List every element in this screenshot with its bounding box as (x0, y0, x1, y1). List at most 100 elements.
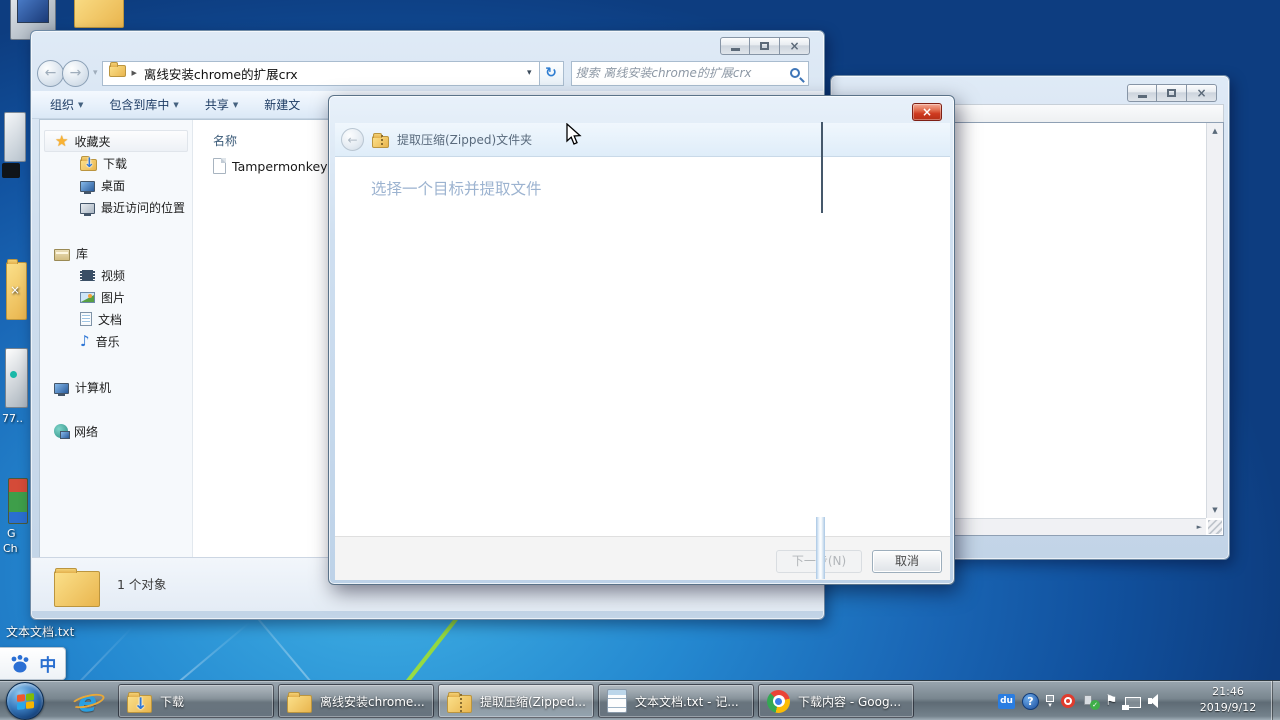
close-icon: × (789, 39, 800, 53)
zip-folder-icon (447, 691, 472, 713)
star-icon: ★ (55, 131, 69, 150)
column-header-name[interactable]: 名称 (213, 132, 237, 149)
taskbar: e ↓ 下载 离线安装chrome... 提取压缩(Zipped... 文本文档… (0, 680, 1280, 720)
taskbar-button-downloads[interactable]: ↓ 下载 (118, 684, 274, 718)
folder-icon (287, 691, 312, 713)
maximize-button[interactable] (750, 37, 780, 55)
desktop-icon-label: 77.. (2, 412, 23, 425)
desktop-icon-label-chip (2, 163, 20, 178)
taskbar-clock[interactable]: 21:46 2019/9/12 (1188, 684, 1268, 716)
breadcrumb-address[interactable]: 离线安装chrome的扩展crx (144, 64, 527, 83)
show-desktop-button[interactable] (1271, 681, 1280, 720)
folder-icon (108, 62, 126, 77)
desktop-label-txt-file[interactable]: 文本文档.txt (6, 623, 74, 640)
organize-menu[interactable]: 组织 ▼ (50, 96, 83, 113)
sidebar-item-favorites[interactable]: ★ 收藏夹 (44, 130, 188, 152)
back-arrow-icon: ← (347, 132, 358, 147)
check-icon: ✓ (1090, 700, 1100, 710)
desktop-icon-label: × (10, 283, 21, 297)
chevron-down-icon: ▼ (78, 100, 84, 109)
share-menu[interactable]: 共享 ▼ (205, 96, 238, 113)
safely-remove-hardware-icon[interactable]: ✓ (1082, 693, 1100, 710)
search-input[interactable] (571, 66, 790, 80)
internet-explorer-taskbar-icon[interactable]: e (70, 685, 106, 718)
refresh-button[interactable]: ↻ (539, 60, 564, 86)
vertical-scrollbar[interactable]: ▲ ▼ (1206, 123, 1223, 518)
libraries-icon (54, 248, 70, 261)
forward-button[interactable]: → (62, 59, 89, 87)
sidebar-item-documents[interactable]: 文档 (40, 308, 192, 330)
include-label: 包含到库中 (109, 98, 170, 112)
sidebar-item-recent-places[interactable]: 最近访问的位置 (40, 196, 192, 218)
sidebar-item-network[interactable]: 网络 (40, 420, 192, 442)
dialog-footer: 下一步(N) 取消 (335, 536, 950, 580)
dialog-header: ← 提取压缩(Zipped)文件夹 (335, 123, 950, 157)
desktop-icon-label: G (7, 527, 16, 540)
scroll-down-icon[interactable]: ▼ (1208, 502, 1221, 518)
item-count: 1 个对象 (117, 577, 167, 592)
sidebar-item-label: 下载 (103, 156, 128, 171)
taskbar-button-label: 提取压缩(Zipped... (480, 694, 586, 709)
address-dropdown-icon[interactable]: ▾ (527, 68, 532, 78)
minimize-button[interactable] (1127, 84, 1157, 102)
desktop-icon-partial[interactable] (4, 112, 26, 162)
close-button[interactable]: × (912, 103, 942, 121)
ime-chinese-indicator[interactable]: 中 (39, 651, 56, 676)
sidebar-item-label: 库 (76, 246, 89, 261)
sidebar-item-libraries[interactable]: 库 (40, 242, 192, 264)
desktop-icon-partial-chrome[interactable] (8, 478, 28, 524)
ime-language-bar[interactable]: 中 (0, 647, 66, 680)
chevron-down-icon: ▼ (232, 100, 239, 109)
close-button[interactable]: × (1187, 84, 1217, 102)
sidebar-item-label: 计算机 (75, 380, 112, 395)
start-button[interactable] (6, 682, 44, 720)
sidebar-item-downloads[interactable]: ↓ 下载 (40, 152, 192, 174)
help-tray-icon[interactable]: ? (1022, 692, 1039, 710)
search-box[interactable] (570, 60, 809, 86)
volume-tray-icon[interactable] (1147, 694, 1164, 708)
action-center-flag-icon[interactable]: ⚑ (1105, 693, 1118, 709)
taskbar-button-chrome[interactable]: 下载内容 - Goog... (758, 684, 914, 718)
clock-time: 21:46 (1212, 685, 1244, 698)
record-tray-icon[interactable] (1061, 694, 1075, 708)
new-folder-label: 新建文 (264, 98, 301, 112)
close-button[interactable]: × (780, 37, 810, 55)
desktop-icon-partial-device[interactable] (5, 348, 28, 408)
extract-zip-dialog[interactable]: × ← 提取压缩(Zipped)文件夹 选择一个目标并提取文件 下一步(N) 取… (328, 95, 955, 585)
desktop-icon-folder[interactable] (74, 0, 124, 28)
show-hidden-icons-button[interactable]: ▾ (1046, 694, 1054, 708)
sidebar-item-label: 图片 (101, 290, 126, 305)
file-row[interactable]: Tampermonkey4 (213, 158, 336, 174)
taskbar-button-extract-wizard[interactable]: 提取压缩(Zipped... (438, 684, 594, 718)
sidebar-item-videos[interactable]: 视频 (40, 264, 192, 286)
cancel-button[interactable]: 取消 (872, 550, 942, 573)
network-tray-icon[interactable] (1121, 696, 1141, 710)
maximize-icon (1167, 89, 1176, 97)
minimize-button[interactable] (720, 37, 750, 55)
back-button[interactable]: ← (37, 59, 64, 87)
recent-pages-dropdown[interactable]: ▾ (93, 68, 98, 78)
refresh-icon: ↻ (545, 64, 557, 81)
system-tray: du ? ▾ ✓ ⚑ (998, 681, 1164, 720)
sidebar-item-pictures[interactable]: 图片 (40, 286, 192, 308)
scroll-right-icon[interactable]: ► (1193, 519, 1206, 535)
downloads-folder-icon: ↓ (80, 156, 97, 171)
downloads-folder-icon: ↓ (127, 691, 152, 713)
du-tray-icon[interactable]: du (998, 693, 1015, 709)
taskbar-button-notepad[interactable]: 文本文档.txt - 记... (598, 684, 754, 718)
share-label: 共享 (204, 98, 229, 112)
include-in-library-menu[interactable]: 包含到库中 ▼ (109, 96, 178, 113)
new-folder-button[interactable]: 新建文 (264, 96, 300, 113)
sidebar-item-music[interactable]: ♪ 音乐 (40, 330, 192, 352)
sidebar-item-computer[interactable]: 计算机 (40, 376, 192, 398)
address-bar[interactable]: ▶ 离线安装chrome的扩展crx ▾ (101, 60, 540, 86)
taskbar-button-label: 文本文档.txt - 记... (635, 694, 739, 709)
taskbar-button-folder[interactable]: 离线安装chrome... (278, 684, 434, 718)
scroll-up-icon[interactable]: ▲ (1208, 123, 1221, 139)
sidebar-item-desktop[interactable]: 桌面 (40, 174, 192, 196)
maximize-button[interactable] (1157, 84, 1187, 102)
back-button[interactable]: ← (341, 128, 364, 151)
resize-grip[interactable] (1208, 520, 1222, 534)
mouse-cursor (566, 123, 582, 145)
zip-folder-icon (372, 132, 389, 148)
